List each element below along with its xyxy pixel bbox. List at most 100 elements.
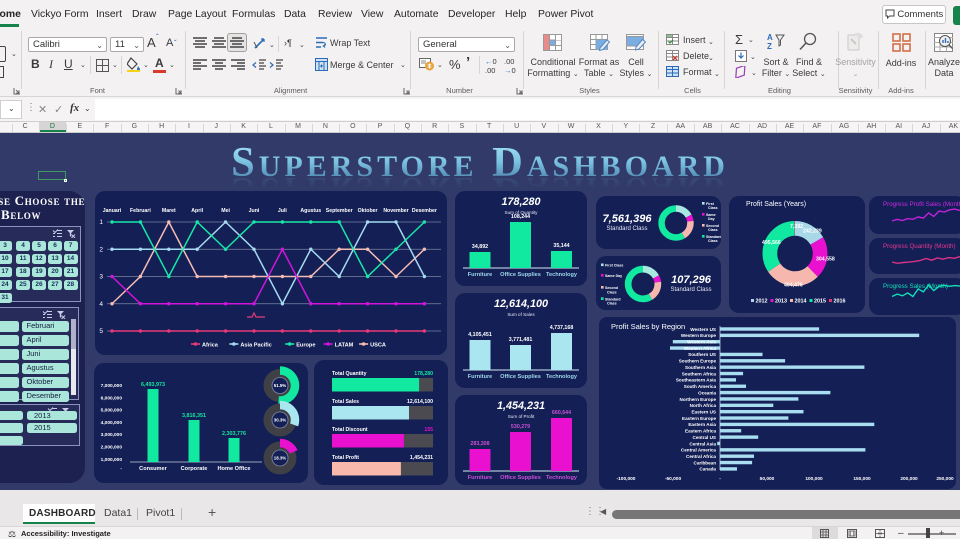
svg-text:Standard: Standard [706, 235, 721, 239]
svg-text:4,105,451: 4,105,451 [468, 332, 492, 338]
svg-text:Western Europe: Western Europe [681, 333, 717, 338]
svg-text:-: - [120, 467, 122, 472]
svg-text:Canada: Canada [699, 467, 716, 472]
svg-text:6,493,973: 6,493,973 [141, 382, 165, 388]
svg-text:Juli: Juli [278, 208, 287, 214]
svg-text:Home Office: Home Office [218, 466, 251, 472]
svg-text:September: September [326, 208, 353, 214]
svg-text:Office Supplies: Office Supplies [500, 272, 541, 278]
svg-text:242,239: 242,239 [803, 229, 822, 235]
svg-text:Class: Class [708, 239, 718, 243]
svg-text:Southern US: Southern US [688, 352, 716, 357]
svg-text:Western Asia: Western Asia [687, 340, 716, 345]
svg-text:Central Asia: Central Asia [689, 441, 716, 446]
svg-text:Class: Class [708, 228, 718, 232]
svg-text:Eastern US: Eastern US [691, 409, 716, 414]
svg-text:April: April [191, 208, 203, 214]
svg-text:Mei: Mei [221, 208, 230, 214]
svg-text:7,392: 7,392 [790, 224, 803, 230]
svg-text:2,000,000: 2,000,000 [101, 445, 123, 451]
svg-text:-: - [719, 477, 721, 482]
svg-text:495,566: 495,566 [762, 240, 781, 246]
svg-text:Office Supplies: Office Supplies [500, 475, 541, 481]
svg-text:Total Sales: Total Sales [332, 399, 359, 405]
svg-text:November: November [383, 208, 408, 214]
svg-text:108,244: 108,244 [511, 214, 530, 220]
svg-text:Southern Asia: Southern Asia [685, 365, 716, 370]
svg-text:Agustus: Agustus [300, 208, 321, 214]
svg-text:250,000: 250,000 [936, 476, 954, 482]
svg-text:4: 4 [99, 301, 103, 308]
svg-text:Southern Europe: Southern Europe [679, 359, 717, 364]
svg-text:Eastern Europe: Eastern Europe [682, 416, 716, 421]
svg-text:4,737,168: 4,737,168 [550, 325, 574, 331]
svg-text:First: First [706, 202, 715, 206]
svg-text:Technology: Technology [546, 475, 578, 481]
svg-text:660,644: 660,644 [552, 410, 571, 416]
svg-text:Total Discount: Total Discount [332, 427, 368, 433]
svg-text:Southern Africa: Southern Africa [682, 371, 717, 376]
svg-text:7,000,000: 7,000,000 [101, 383, 123, 389]
svg-text:Technology: Technology [546, 374, 578, 380]
svg-text:18.3%: 18.3% [274, 456, 287, 461]
svg-text:5,000,000: 5,000,000 [101, 408, 123, 414]
svg-text:South America: South America [684, 384, 717, 389]
svg-text:Furniture: Furniture [468, 272, 493, 278]
svg-text:Western US: Western US [690, 327, 716, 332]
svg-text:51.5%: 51.5% [274, 383, 287, 388]
svg-text:2014: 2014 [795, 298, 807, 304]
svg-text:6,000,000: 6,000,000 [101, 395, 123, 401]
svg-text:283,308: 283,308 [470, 441, 489, 447]
svg-text:Central US: Central US [693, 435, 717, 440]
svg-text:100,000: 100,000 [805, 476, 823, 482]
svg-text:530,279: 530,279 [511, 424, 530, 430]
svg-text:1: 1 [99, 219, 103, 226]
svg-text:Februari: Februari [130, 208, 151, 214]
svg-text:Oktober: Oktober [358, 208, 378, 214]
svg-text:3,000,000: 3,000,000 [101, 432, 123, 438]
svg-text:Day: Day [708, 217, 715, 221]
svg-text:Class: Class [607, 302, 617, 306]
svg-text:1,000,000: 1,000,000 [101, 457, 123, 463]
svg-text:2: 2 [99, 246, 103, 253]
svg-text:304,558: 304,558 [816, 257, 835, 263]
svg-text:35,144: 35,144 [553, 243, 569, 249]
svg-text:Same Day: Same Day [605, 274, 622, 278]
svg-text:Technology: Technology [546, 272, 578, 278]
svg-text:155: 155 [424, 427, 433, 433]
svg-text:Desember: Desember [412, 208, 437, 214]
svg-text:Africa: Africa [202, 342, 219, 348]
svg-text:5: 5 [99, 328, 103, 335]
svg-text:Asia Pacific: Asia Pacific [240, 342, 271, 348]
svg-text:Total Quantity: Total Quantity [332, 371, 367, 377]
svg-text:Caribbean: Caribbean [694, 460, 717, 465]
svg-text:Januari: Januari [103, 208, 122, 214]
svg-text:2,303,776: 2,303,776 [222, 431, 246, 437]
svg-text:Eastern Africa: Eastern Africa [685, 429, 716, 434]
svg-text:Office Supplies: Office Supplies [500, 374, 541, 380]
svg-text:4,000,000: 4,000,000 [101, 420, 123, 426]
svg-text:Furniture: Furniture [468, 475, 493, 481]
svg-text:1,454,231: 1,454,231 [410, 455, 433, 461]
svg-text:200,000: 200,000 [900, 476, 918, 482]
svg-text:North Africa: North Africa [690, 403, 717, 408]
svg-text:2012: 2012 [756, 298, 768, 304]
svg-text:Corporate: Corporate [181, 466, 208, 472]
svg-text:3,771,481: 3,771,481 [509, 337, 533, 343]
svg-text:-50,000: -50,000 [665, 476, 682, 482]
svg-text:3,816,351: 3,816,351 [182, 413, 206, 419]
svg-text:404,476: 404,476 [784, 283, 803, 289]
svg-text:Eastern Asia: Eastern Asia [688, 422, 716, 427]
svg-text:Total Profit: Total Profit [332, 455, 359, 461]
svg-text:150,000: 150,000 [853, 476, 871, 482]
svg-text:Class: Class [607, 290, 617, 294]
svg-text:Northern Europe: Northern Europe [680, 397, 717, 402]
svg-text:2013: 2013 [775, 298, 787, 304]
svg-text:Second: Second [706, 224, 719, 228]
svg-text:Europe: Europe [296, 342, 315, 348]
svg-text:3: 3 [99, 274, 103, 281]
svg-text:Consumer: Consumer [139, 466, 167, 472]
svg-text:30.3%: 30.3% [274, 418, 287, 423]
svg-text:-100,000: -100,000 [617, 476, 636, 482]
svg-text:Z: Z [767, 42, 772, 50]
